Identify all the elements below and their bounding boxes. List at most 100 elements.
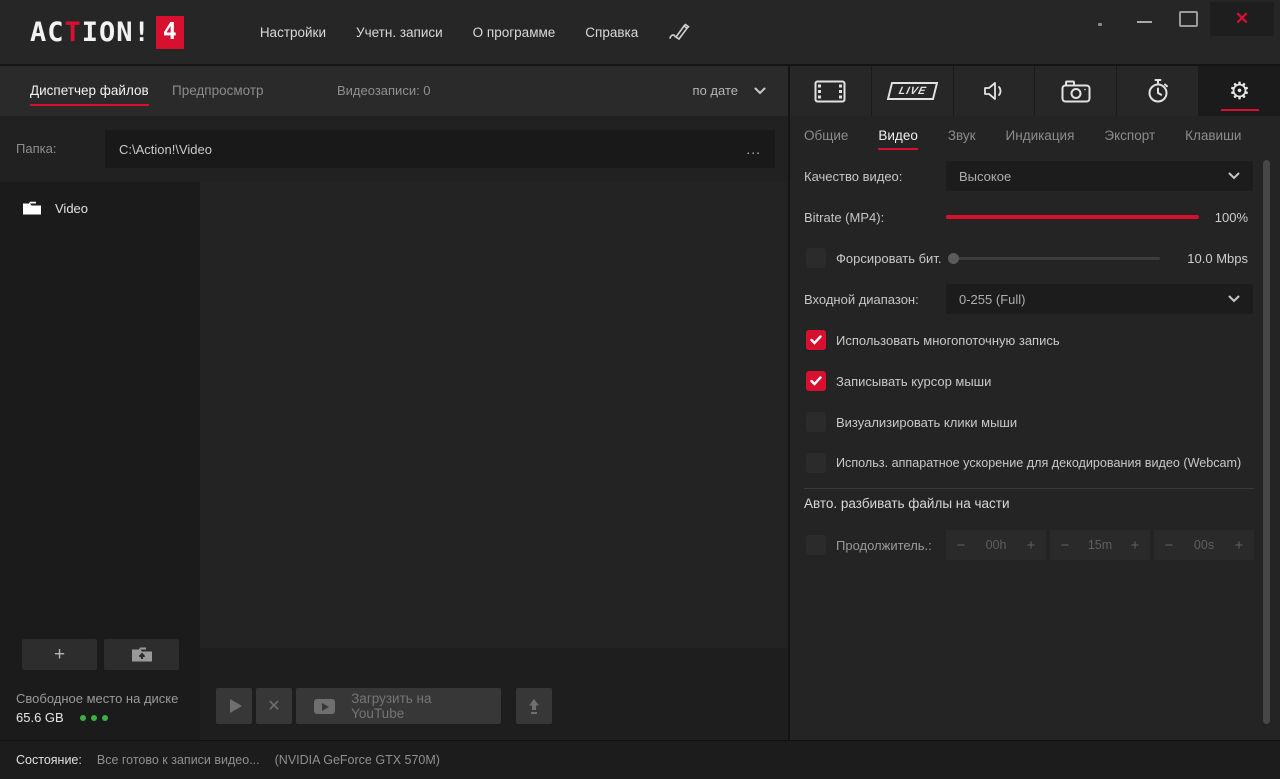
menu-accounts[interactable]: Учетн. записи [356, 25, 443, 40]
force-bitrate-slider[interactable] [948, 253, 1160, 264]
force-bitrate-label: Форсировать бит. [836, 251, 942, 266]
speaker-icon [984, 82, 1002, 100]
minus-button[interactable]: − [1050, 537, 1080, 554]
minus-button[interactable]: − [946, 537, 976, 554]
folder-path-input[interactable]: C:\Action!\Video ... [105, 130, 775, 168]
export-upload-button[interactable] [516, 688, 552, 724]
maximize-icon [1178, 11, 1198, 27]
sort-value: по дате [692, 83, 738, 98]
file-list-area[interactable] [200, 182, 788, 648]
play-button[interactable] [216, 688, 252, 724]
force-bitrate-value: 10.0 Mbps [1187, 251, 1248, 266]
action4-window: ACTION! 4 Настройки Учетн. записи О прог… [0, 0, 1280, 779]
menu-settings[interactable]: Настройки [260, 25, 326, 40]
tab-export[interactable]: Экспорт [1104, 128, 1155, 143]
minimize-icon [1136, 21, 1152, 23]
tree-item-video[interactable]: Video [22, 200, 88, 216]
live-icon: LIVE [886, 82, 939, 100]
mode-video-recording[interactable] [790, 66, 872, 116]
plus-button[interactable]: + [1016, 537, 1046, 554]
free-space-label: Свободное место на диске [16, 691, 179, 706]
bitrate-value: 100% [1214, 210, 1248, 225]
video-quality-dropdown[interactable]: Высокое [946, 161, 1253, 191]
status-bar: Состояние: Все готово к записи видео... … [0, 740, 1280, 779]
tab-video[interactable]: Видео [878, 127, 918, 150]
logo-text: ACTION! [30, 19, 151, 46]
file-manager-body: Video + Свободное место на диске 65.6 GB [0, 182, 788, 740]
hw-decode-checkbox[interactable] [806, 453, 826, 473]
tab-hotkeys[interactable]: Клавиши [1185, 128, 1241, 143]
tab-general[interactable]: Общие [804, 128, 848, 143]
active-settings-tab-underline [878, 147, 918, 150]
video-quality-value: Высокое [959, 168, 1012, 184]
recordings-count: Видеозаписи: 0 [337, 83, 431, 98]
force-bitrate-checkbox[interactable] [806, 248, 826, 268]
record-cursor-checkbox[interactable] [806, 371, 826, 391]
mode-icon-row: LIVE ⚙ [790, 66, 1280, 116]
tab-file-manager[interactable]: Диспетчер файлов [30, 83, 149, 106]
seconds-stepper[interactable]: − 00s + [1154, 530, 1254, 560]
mode-benchmark[interactable] [1117, 66, 1200, 116]
check-icon [810, 376, 822, 386]
file-manager-panel: Диспетчер файлов Предпросмотр Видеозапис… [0, 66, 788, 740]
mode-live-streaming[interactable]: LIVE [871, 66, 954, 116]
split-duration-checkbox[interactable] [806, 535, 826, 555]
menu-help[interactable]: Справка [585, 25, 638, 40]
youtube-icon [314, 698, 336, 714]
tab-preview[interactable]: Предпросмотр [172, 83, 264, 98]
gear-icon: ⚙ [1228, 77, 1251, 105]
close-button[interactable]: ✕ [1210, 2, 1274, 36]
minutes-value: 15m [1087, 538, 1113, 552]
tab-hud[interactable]: Индикация [1006, 128, 1075, 143]
multithread-label: Использовать многопоточную запись [836, 333, 1060, 348]
window-controls: ✕ [1078, 0, 1274, 38]
logo-part: AC [30, 16, 65, 48]
input-range-dropdown[interactable]: 0-255 (Full) [946, 284, 1253, 314]
tree-item-label: Video [55, 200, 89, 216]
tab-audio[interactable]: Звук [948, 128, 976, 143]
tray-button[interactable] [1078, 2, 1122, 36]
mode-settings[interactable]: ⚙ [1199, 66, 1280, 116]
bitrate-slider[interactable] [946, 215, 1199, 219]
chevron-down-icon [1228, 172, 1240, 180]
import-folder-button[interactable] [104, 639, 179, 670]
minus-button[interactable]: − [1154, 537, 1184, 554]
menu-about[interactable]: О программе [473, 25, 556, 40]
plus-button[interactable]: + [1224, 537, 1254, 554]
delete-icon: ✕ [267, 698, 281, 715]
hours-stepper[interactable]: − 00h + [946, 530, 1046, 560]
section-divider [804, 488, 1254, 489]
free-space-value: 65.6 GB [16, 710, 64, 725]
chevron-down-icon [754, 87, 766, 94]
folder-import-icon [131, 647, 152, 662]
minimize-button[interactable] [1122, 2, 1166, 36]
visualize-clicks-checkbox[interactable] [806, 412, 826, 432]
plus-button[interactable]: + [1120, 537, 1150, 554]
camera-icon [1061, 80, 1091, 102]
maximize-button[interactable] [1166, 2, 1210, 36]
slider-handle[interactable] [948, 253, 959, 264]
hours-value: 00h [985, 538, 1007, 552]
mode-audio-recording[interactable] [953, 66, 1036, 116]
settings-scrollbar[interactable] [1263, 160, 1270, 724]
disk-status-dots [79, 714, 108, 721]
sort-dropdown[interactable]: по дате [693, 83, 766, 98]
seconds-value: 00s [1193, 538, 1215, 552]
upload-youtube-button[interactable]: Загрузить на YouTube [296, 688, 501, 724]
add-folder-button[interactable]: + [22, 639, 97, 670]
check-icon [810, 335, 822, 345]
mode-screenshot[interactable] [1035, 66, 1118, 116]
minutes-stepper[interactable]: − 15m + [1050, 530, 1150, 560]
tray-icon [1098, 22, 1102, 26]
pen-tool-icon[interactable] [668, 21, 692, 43]
browse-button[interactable]: ... [746, 141, 761, 157]
folder-path-value: C:\Action!\Video [119, 141, 212, 157]
active-mode-underline [1220, 109, 1259, 111]
tab-video-label: Видео [878, 127, 918, 143]
multithread-checkbox[interactable] [806, 330, 826, 350]
logo-version-badge: 4 [155, 15, 184, 49]
duration-label: Продолжитель.: [836, 538, 932, 553]
record-cursor-label: Записывать курсор мыши [836, 374, 992, 389]
split-section-title: Авто. разбивать файлы на части [804, 496, 1010, 511]
delete-button[interactable]: ✕ [256, 688, 292, 724]
